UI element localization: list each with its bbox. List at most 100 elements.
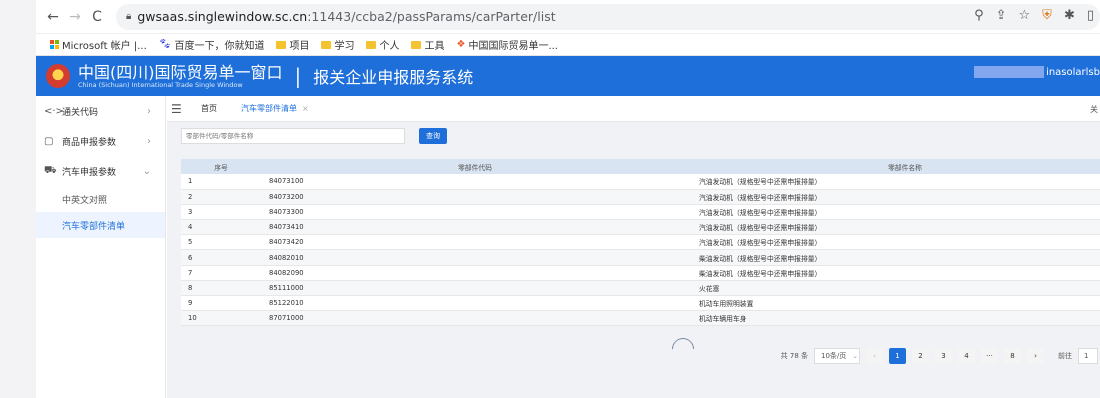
- bookmark-baidu[interactable]: 🐾︎ 百度一下，你就知道: [159, 37, 265, 52]
- table-body: 1 84073100 汽油发动机（规格型号中还需申报排量） 2 84073200 汽油发动…: [181, 174, 1100, 327]
- folder-icon: [411, 40, 422, 49]
- sidebar-toggle-icon[interactable]: ▯: [1087, 8, 1094, 23]
- cell-part-name: 汽油发动机（规格型号中还需申报排量）: [689, 204, 1100, 221]
- bookmark-microsoft[interactable]: Microsoft 帐户 |...: [50, 37, 147, 52]
- tab-car-parts[interactable]: 汽车零部件清单 ×: [229, 96, 321, 122]
- search-input[interactable]: [181, 128, 405, 144]
- cell-index: 9: [181, 295, 261, 312]
- chevron-right-icon: ›: [147, 135, 151, 147]
- page-2[interactable]: 2: [912, 348, 929, 364]
- extension-icon[interactable]: ✱: [1064, 8, 1075, 23]
- bookmark-label: 百度一下，你就知道: [174, 41, 265, 52]
- tab-label: 首页: [201, 104, 217, 113]
- folder-icon: [321, 40, 332, 49]
- query-button[interactable]: 查询: [419, 128, 447, 144]
- table-row[interactable]: 9 85122010 机动车用照明装置: [181, 295, 1100, 312]
- cell-part-code: 84073100: [261, 174, 689, 190]
- shield-icon[interactable]: ⛨: [1042, 8, 1052, 23]
- code-icon: <·>: [44, 105, 64, 117]
- share-icon[interactable]: ⇪: [996, 8, 1007, 23]
- bookmarks-bar: Microsoft 帐户 |... 🐾︎ 百度一下，你就知道 项目 学习 个人 …: [36, 34, 1100, 56]
- baidu-paw-icon: 🐾︎: [158, 39, 172, 50]
- chevron-down-icon: ⌄: [852, 352, 859, 360]
- bookmark-label: 项目: [289, 41, 310, 52]
- more-pages-button[interactable]: ···: [981, 348, 998, 364]
- table-header-row: 序号 零部件代码 零部件名称: [181, 159, 1100, 174]
- page-size-value: 10条/页: [821, 352, 847, 360]
- sidebar-item-label: 通关代码: [62, 107, 99, 118]
- cell-part-name: 柴油发动机（规格型号中还需申报排量）: [689, 249, 1100, 266]
- table-row[interactable]: 3 84073300 汽油发动机（规格型号中还需申报排量）: [181, 204, 1100, 221]
- app-title-cn: 中国(四川)国际贸易单一窗口: [78, 62, 283, 82]
- main-content: 查询 序号 零部件代码 零部件名称 184073100汽油发动机（规格型号中还需…: [167, 122, 1100, 398]
- bookmark-folder-tools[interactable]: 工具: [411, 37, 444, 52]
- lock-icon: 🔒︎: [126, 11, 132, 22]
- bookmark-label: 工具: [424, 41, 445, 52]
- header-part-name[interactable]: 零部件名称: [689, 159, 1100, 174]
- page-4[interactable]: 4: [958, 348, 975, 364]
- close-icon[interactable]: ×: [302, 104, 309, 113]
- cell-part-name: 汽油发动机（规格型号中还需申报排量）: [689, 174, 1100, 190]
- table-row[interactable]: 8 85111000 火花塞: [181, 280, 1100, 297]
- prev-page-button[interactable]: ‹: [866, 348, 883, 364]
- sidebar-item-car-params[interactable]: ⛟ 汽车申报参数 ⌄: [36, 156, 165, 186]
- table-row[interactable]: 2 84073200 汽油发动机（规格型号中还需申报排量）: [181, 189, 1100, 205]
- close-tabs-button[interactable]: 关: [1090, 104, 1098, 115]
- bookmark-singlewindow[interactable]: ❖ 中国国际贸易单一...: [456, 37, 558, 52]
- cell-part-name: 机动车用照明装置: [689, 295, 1100, 312]
- pagination: 共 78 条 10条/页 ⌄ ‹ 1 2 3 4 ··· 8 › 前往 1: [781, 348, 1100, 364]
- next-page-button[interactable]: ›: [1027, 348, 1044, 364]
- table-row[interactable]: 4 84073410 汽油发动机（规格型号中还需申报排量）: [181, 219, 1100, 236]
- sidebar-subitem-cn-en[interactable]: 中英文对照: [36, 186, 165, 212]
- tab-home[interactable]: 首页: [189, 96, 229, 122]
- cell-part-code: 85111000: [261, 280, 689, 297]
- menu-toggle-icon[interactable]: ☰: [171, 102, 189, 116]
- url-field[interactable]: 🔒︎ gwsaas.singlewindow.sc.cn :11443/ccba…: [116, 3, 1100, 30]
- header-part-code[interactable]: 零部件代码: [261, 159, 689, 174]
- car-icon: ⛟: [44, 164, 57, 176]
- folder-icon: [276, 40, 287, 49]
- search-row: 查询: [181, 128, 447, 144]
- table-row[interactable]: 5 84073420 汽油发动机（规格型号中还需申报排量）: [181, 234, 1100, 251]
- cell-index: 1: [181, 174, 261, 190]
- table-row[interactable]: 10 87071000 机动车辆用车身: [181, 310, 1100, 327]
- page-size-select[interactable]: 10条/页 ⌄: [814, 348, 860, 364]
- user-menu[interactable]: inasolarlsb: [974, 66, 1100, 78]
- goto-page-input[interactable]: 1: [1078, 348, 1098, 364]
- cell-part-code: 84073420: [261, 234, 689, 251]
- bookmark-folder-study[interactable]: 学习: [321, 37, 354, 52]
- table-row[interactable]: 6 84082010 柴油发动机（规格型号中还需申报排量）: [181, 249, 1100, 266]
- cell-part-name: 机动车辆用车身: [689, 310, 1100, 327]
- sidebar-subitem-car-parts[interactable]: 汽车零部件清单: [36, 212, 165, 238]
- cell-part-name: 汽油发动机（规格型号中还需申报排量）: [689, 189, 1100, 205]
- bookmark-folder-project[interactable]: 项目: [276, 37, 309, 52]
- cell-index: 6: [181, 249, 261, 266]
- star-icon[interactable]: ☆: [1019, 8, 1031, 23]
- reload-icon[interactable]: C: [86, 9, 108, 25]
- sidebar-item-clearance-codes[interactable]: <·> 通关代码 ›: [36, 96, 165, 126]
- bookmark-label: Microsoft 帐户 |...: [62, 41, 147, 52]
- cell-part-name: 汽油发动机（规格型号中还需申报排量）: [689, 219, 1100, 236]
- checklist-icon: ▢: [44, 135, 54, 147]
- table-row[interactable]: 1 84073100 汽油发动机（规格型号中还需申报排量）: [181, 174, 1100, 190]
- forward-icon[interactable]: →: [64, 9, 86, 25]
- cell-index: 4: [181, 219, 261, 236]
- system-name: 报关企业申报服务系统: [313, 68, 474, 87]
- zoom-icon[interactable]: ⚲: [974, 8, 984, 23]
- back-icon[interactable]: ←: [42, 9, 64, 25]
- page-8[interactable]: 8: [1004, 348, 1021, 364]
- table-row[interactable]: 7 84082090 柴油发动机（规格型号中还需申报排量）: [181, 265, 1100, 281]
- cell-part-code: 85122010: [261, 295, 689, 312]
- address-bar: ← → C 🔒︎ gwsaas.singlewindow.sc.cn :1144…: [36, 0, 1100, 34]
- flame-icon: ❖: [456, 39, 466, 50]
- cell-index: 3: [181, 204, 261, 221]
- header-index[interactable]: 序号: [181, 159, 261, 174]
- sidebar-item-goods-params[interactable]: ▢ 商品申报参数 ›: [36, 126, 165, 156]
- bookmark-folder-personal[interactable]: 个人: [366, 37, 399, 52]
- cell-index: 2: [181, 189, 261, 205]
- browser-window: ← → C 🔒︎ gwsaas.singlewindow.sc.cn :1144…: [36, 0, 1100, 398]
- page-3[interactable]: 3: [935, 348, 952, 364]
- cell-part-code: 87071000: [261, 310, 689, 327]
- sidebar-item-label: 汽车申报参数: [62, 167, 117, 178]
- page-1[interactable]: 1: [889, 348, 906, 364]
